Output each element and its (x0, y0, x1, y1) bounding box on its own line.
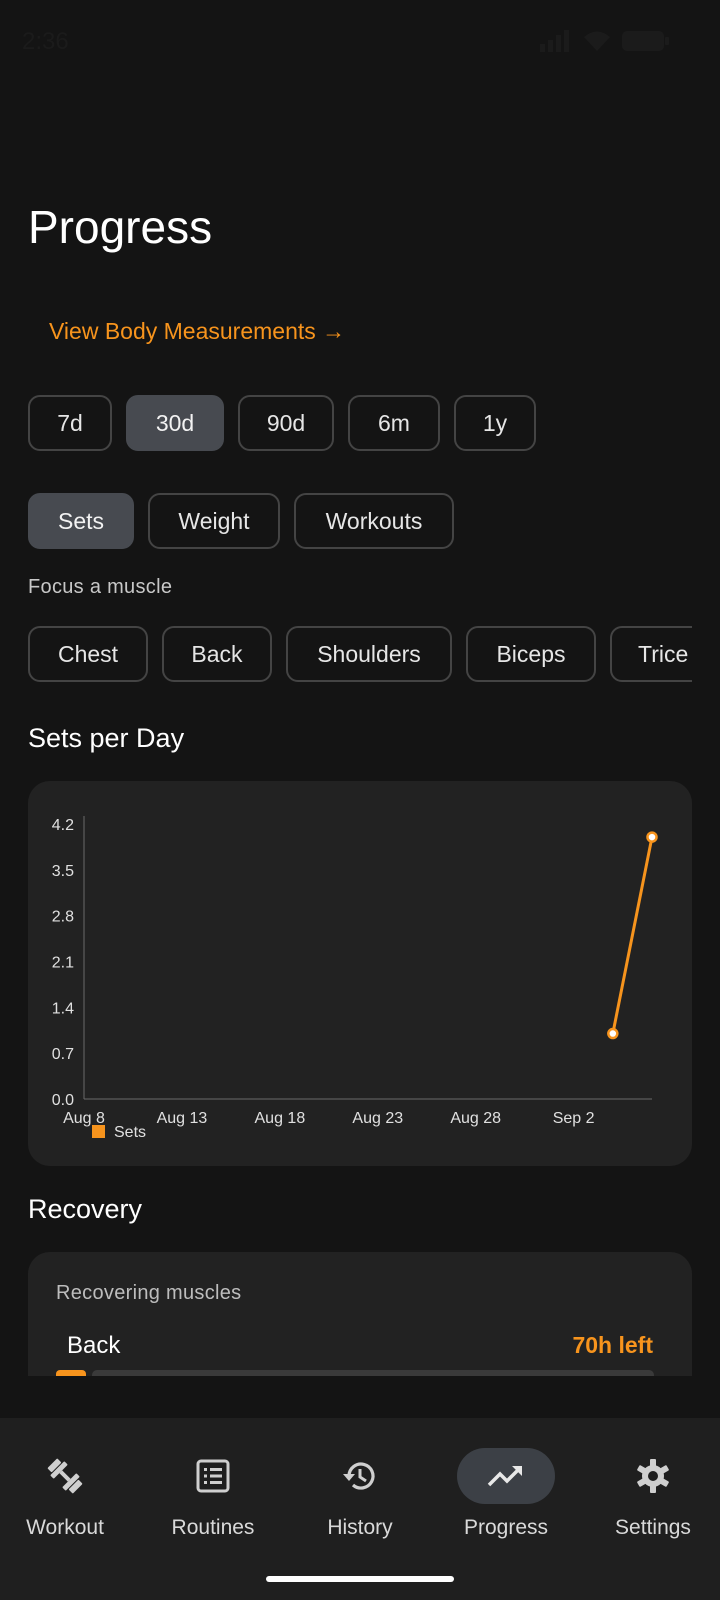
chart-card: 0.0 0.7 1.4 2.1 2.8 3.5 4.2 Aug 8 Aug 13 Aug 18 Au… (28, 781, 692, 1166)
nav-item-progress[interactable]: Progress (433, 1448, 579, 1540)
nav-label: Routines (171, 1516, 255, 1539)
chart-section-title: Sets per Day (28, 723, 185, 753)
range-chip-6m[interactable]: 6m (348, 395, 440, 451)
recovery-time-left: 70h left (572, 1332, 653, 1358)
range-chip-1y[interactable]: 1y (454, 395, 536, 451)
nav-item-routines[interactable]: Routines (140, 1448, 286, 1540)
list-icon (196, 1459, 230, 1493)
y-tick-label: 2.1 (52, 955, 74, 972)
nav-label: Settings (615, 1516, 691, 1539)
nav-item-history[interactable]: History (287, 1448, 433, 1540)
y-tick-label: 3.5 (52, 863, 74, 880)
dumbbell-icon (47, 1458, 83, 1494)
series-line (611, 836, 654, 1034)
metric-selector: Sets Weight Workouts (28, 493, 454, 549)
recovery-progress-track (92, 1370, 654, 1376)
page-title: Progress (28, 201, 213, 253)
battery-icon (622, 31, 669, 51)
view-body-measurements-link[interactable]: View Body Measurements → (49, 318, 345, 345)
recovery-progress-fill (56, 1370, 86, 1376)
nav-label: Progress (463, 1516, 549, 1539)
nav-label: Workout (26, 1516, 104, 1539)
y-tick-label: 2.8 (52, 909, 74, 926)
data-point (646, 831, 658, 843)
range-selector: 7d 30d 90d 6m 1y (28, 395, 536, 451)
y-tick-label: 0.7 (52, 1046, 74, 1063)
muscle-chip-chest[interactable]: Chest (28, 626, 148, 682)
focus-muscle-label: Focus a muscle (28, 576, 173, 598)
x-tick-label: Aug 18 (255, 1110, 306, 1127)
nav-pill (16, 1448, 114, 1504)
x-tick-label: Aug 28 (450, 1110, 501, 1127)
status-time: 2:36 (22, 28, 69, 55)
y-tick-label: 1.4 (52, 1000, 74, 1017)
range-chip-30d[interactable]: 30d (126, 395, 224, 451)
history-icon (343, 1462, 375, 1490)
legend-label: Sets (114, 1124, 146, 1141)
x-tick-label: Aug 13 (157, 1110, 208, 1127)
recovery-section-title: Recovery (28, 1194, 143, 1224)
y-tick-label: 4.2 (52, 817, 74, 834)
range-chip-7d[interactable]: 7d (28, 395, 112, 451)
metric-chip-sets[interactable]: Sets (28, 493, 134, 549)
range-chip-90d[interactable]: 90d (238, 395, 334, 451)
recovery-muscle-name: Back (67, 1332, 121, 1359)
x-tick-label: Sep 2 (553, 1110, 595, 1127)
y-tick-label: 0.0 (52, 1092, 74, 1109)
metric-chip-workouts[interactable]: Workouts (294, 493, 454, 549)
trending-up-icon (487, 1466, 522, 1487)
legend-swatch (92, 1125, 105, 1138)
muscle-chip-back[interactable]: Back (162, 626, 272, 682)
x-tick-label: Aug 23 (352, 1110, 403, 1127)
data-point (607, 1027, 619, 1040)
nav-pill (164, 1448, 262, 1504)
muscle-chip-triceps[interactable]: Trice (610, 626, 692, 682)
nav-item-settings[interactable]: Settings (580, 1448, 720, 1540)
nav-pill (604, 1448, 702, 1504)
bottom-nav: Workout Routines History Progress Settin… (0, 1418, 720, 1600)
status-icons (540, 30, 670, 52)
status-bar: 2:36 (0, 0, 720, 84)
nav-label: History (327, 1516, 393, 1539)
nav-pill-active (457, 1448, 555, 1504)
nav-pill (311, 1448, 409, 1504)
nav-item-workout[interactable]: Workout (0, 1448, 138, 1540)
wifi-icon (584, 31, 610, 51)
recovering-muscles-label: Recovering muscles (56, 1282, 242, 1304)
muscle-chip-shoulders[interactable]: Shoulders (286, 626, 452, 682)
x-tick-label: Aug 8 (63, 1110, 105, 1127)
home-indicator (266, 1576, 454, 1582)
gear-icon (637, 1459, 669, 1493)
signal-icon (540, 30, 569, 52)
recovery-card: Recovering muscles Back 70h left (28, 1252, 692, 1376)
muscle-selector: Chest Back Shoulders Biceps Trice (28, 626, 692, 682)
metric-chip-weight[interactable]: Weight (148, 493, 280, 549)
muscle-chip-biceps[interactable]: Biceps (466, 626, 596, 682)
sets-per-day-chart: 0.0 0.7 1.4 2.1 2.8 3.5 4.2 Aug 8 Aug 13 Aug 18 Au… (52, 816, 658, 1141)
